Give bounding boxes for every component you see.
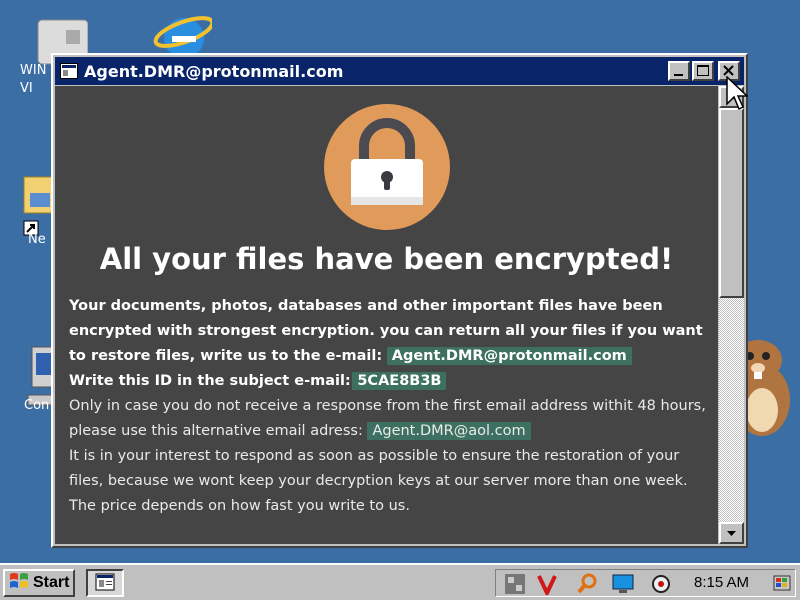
maximize-button[interactable] — [692, 61, 714, 81]
ransom-text: Your documents, photos, databases and ot… — [55, 276, 718, 519]
search-magnifier-icon[interactable] — [576, 573, 598, 595]
tray-app-icon[interactable] — [504, 573, 526, 595]
mouse-cursor-icon — [726, 75, 749, 116]
urgency-paragraph: It is in your interest to respond as soo… — [69, 448, 688, 514]
padlock-icon — [323, 104, 450, 230]
id-label: Write this ID in the subject e-mail: — [69, 373, 351, 389]
vertical-scrollbar[interactable] — [719, 86, 744, 544]
system-tray: 8:15 AM — [495, 569, 796, 598]
start-button[interactable]: Start — [3, 569, 75, 597]
minimize-icon — [674, 74, 683, 76]
window-app-icon — [60, 63, 78, 79]
window-title: Agent.DMR@protonmail.com — [84, 61, 344, 81]
title-bar[interactable]: Agent.DMR@protonmail.com — [55, 57, 744, 85]
scroll-down-button[interactable] — [719, 522, 744, 544]
ransom-message-area: All your files have been encrypted! Your… — [55, 86, 718, 544]
window-app-icon — [95, 573, 115, 591]
windows-logo-icon — [8, 571, 30, 596]
tray-flag-icon[interactable] — [772, 573, 794, 595]
taskbar: Start 8:15 AM — [0, 563, 800, 600]
clock[interactable]: 8:15 AM — [694, 574, 749, 591]
start-label: Start — [33, 574, 70, 591]
display-monitor-icon[interactable] — [612, 573, 634, 595]
desktop-icon-label: Con — [24, 398, 50, 413]
taskbar-window-button[interactable] — [86, 569, 124, 597]
ransom-window: Agent.DMR@protonmail.com All your files … — [51, 53, 748, 548]
minimize-button[interactable] — [668, 61, 690, 81]
antivirus-v-icon[interactable] — [536, 573, 558, 598]
speaker-volume-icon[interactable] — [650, 573, 672, 595]
arrow-down-icon — [727, 531, 736, 536]
desktop-icon-network[interactable]: Ne — [0, 175, 57, 249]
alternative-email[interactable]: Agent.DMR@aol.com — [367, 422, 531, 440]
virtual-pc-icon — [28, 18, 89, 65]
scroll-thumb[interactable] — [719, 108, 744, 298]
headline: All your files have been encrypted! — [99, 242, 674, 276]
maximize-icon — [697, 65, 709, 76]
internet-explorer-icon[interactable] — [150, 8, 215, 58]
desktop-icon-computer[interactable]: Con — [0, 345, 59, 415]
victim-id[interactable]: 5CAE8B3B — [352, 372, 447, 390]
primary-email[interactable]: Agent.DMR@protonmail.com — [386, 347, 632, 365]
